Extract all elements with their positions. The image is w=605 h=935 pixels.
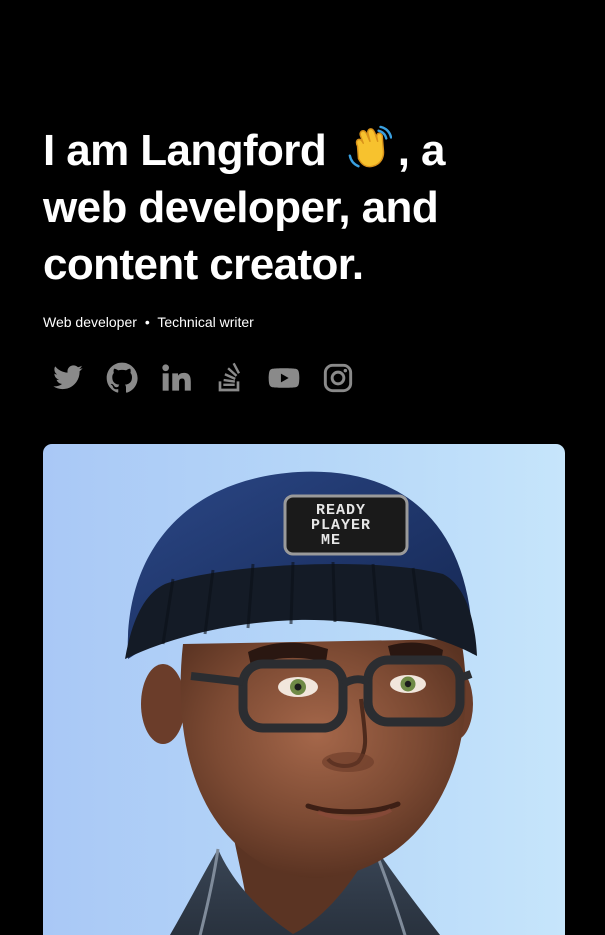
instagram-link[interactable] bbox=[322, 362, 354, 394]
github-link[interactable] bbox=[106, 362, 138, 394]
avatar-illustration: READY PLAYER ME bbox=[125, 471, 477, 935]
linkedin-icon bbox=[162, 364, 191, 391]
avatar-image: READY PLAYER ME bbox=[43, 444, 565, 935]
role-web-developer: Web developer bbox=[43, 314, 137, 330]
headline-line-3: content creator. bbox=[43, 240, 364, 289]
linkedin-link[interactable] bbox=[160, 362, 192, 394]
github-icon bbox=[106, 362, 138, 393]
patch-line-me: ME bbox=[321, 532, 341, 549]
hero: I am Langford , a web developer, and con… bbox=[43, 122, 563, 293]
waving-hand-icon bbox=[348, 125, 392, 168]
stackoverflow-link[interactable] bbox=[214, 362, 246, 394]
role-subtitle: Web developer • Technical writer bbox=[43, 314, 254, 330]
social-links bbox=[52, 362, 354, 394]
role-separator: • bbox=[144, 314, 150, 330]
stackoverflow-icon bbox=[218, 362, 241, 392]
headline-line-2: web developer, and bbox=[43, 183, 439, 232]
twitter-icon bbox=[53, 365, 83, 390]
hero-headline: I am Langford , a web developer, and con… bbox=[43, 122, 563, 293]
headline-comma-a: , a bbox=[397, 126, 446, 175]
twitter-link[interactable] bbox=[52, 362, 84, 394]
instagram-icon bbox=[323, 363, 353, 393]
youtube-icon bbox=[268, 368, 300, 388]
headline-name: I am Langford bbox=[43, 126, 338, 175]
role-technical-writer: Technical writer bbox=[157, 314, 254, 330]
youtube-link[interactable] bbox=[268, 362, 300, 394]
